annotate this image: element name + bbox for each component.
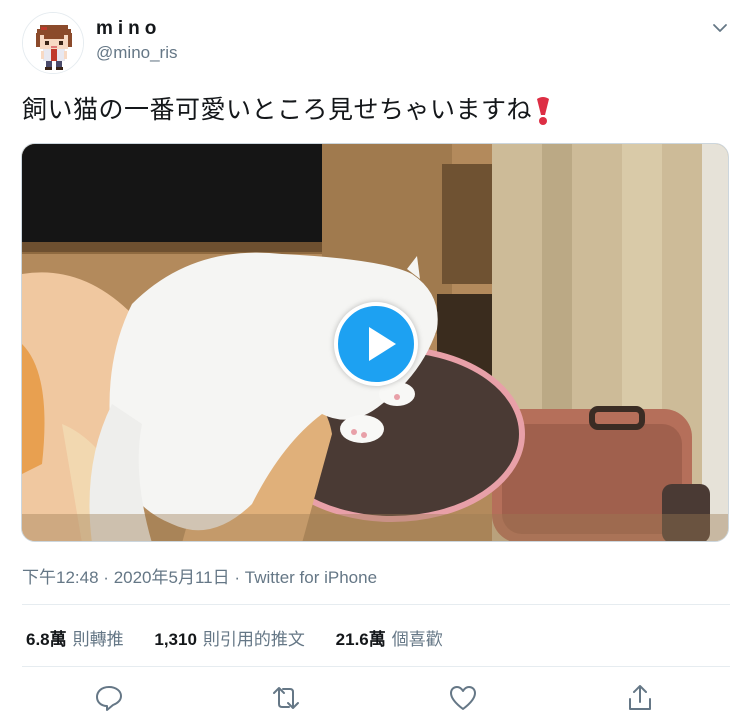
tweet-text: 飼い猫の一番可愛いところ見せちゃいますね bbox=[22, 93, 554, 127]
share-icon[interactable] bbox=[624, 682, 656, 714]
like-icon[interactable] bbox=[447, 682, 479, 714]
tweet-meta: 下午12:48 · 2020年5月11日 · Twitter for iPhon… bbox=[22, 563, 377, 588]
retweet-icon[interactable] bbox=[270, 682, 302, 714]
play-button[interactable] bbox=[334, 302, 418, 386]
tweet-date[interactable]: 2020年5月11日 bbox=[114, 568, 230, 587]
author-handle[interactable]: @mino_ris bbox=[96, 43, 178, 63]
chevron-down-icon[interactable] bbox=[712, 20, 728, 36]
meta-separator: · bbox=[103, 568, 109, 587]
author-display-name[interactable]: mino bbox=[96, 18, 161, 40]
divider bbox=[22, 604, 730, 605]
play-icon bbox=[369, 327, 396, 361]
reply-icon[interactable] bbox=[93, 682, 125, 714]
tweet-time[interactable]: 下午12:48 bbox=[22, 568, 99, 587]
tweet-stats: 6.8萬 則轉推 1,310 則引用的推文 21.6萬 個喜歡 bbox=[26, 625, 469, 650]
video-player[interactable] bbox=[21, 143, 729, 542]
tweet-card: mino @mino_ris 飼い猫の一番可愛いところ見せちゃいますね 下午12… bbox=[0, 0, 749, 726]
meta-separator-2: · bbox=[234, 568, 241, 587]
tweet-text-body: 飼い猫の一番可愛いところ見せちゃいますね bbox=[22, 95, 533, 124]
like-count[interactable]: 21.6萬 個喜歡 bbox=[336, 625, 443, 650]
tweet-actions bbox=[22, 680, 730, 716]
retweet-count[interactable]: 6.8萬 則轉推 bbox=[26, 625, 124, 650]
quote-count[interactable]: 1,310 則引用的推文 bbox=[154, 625, 305, 650]
pixel-art-avatar-icon bbox=[23, 13, 83, 73]
avatar[interactable] bbox=[22, 12, 84, 74]
tweet-source[interactable]: Twitter for iPhone bbox=[245, 568, 377, 587]
heavy-exclamation-mark-icon bbox=[532, 93, 554, 127]
divider-2 bbox=[22, 666, 730, 667]
tweet-header: mino @mino_ris bbox=[22, 12, 734, 74]
